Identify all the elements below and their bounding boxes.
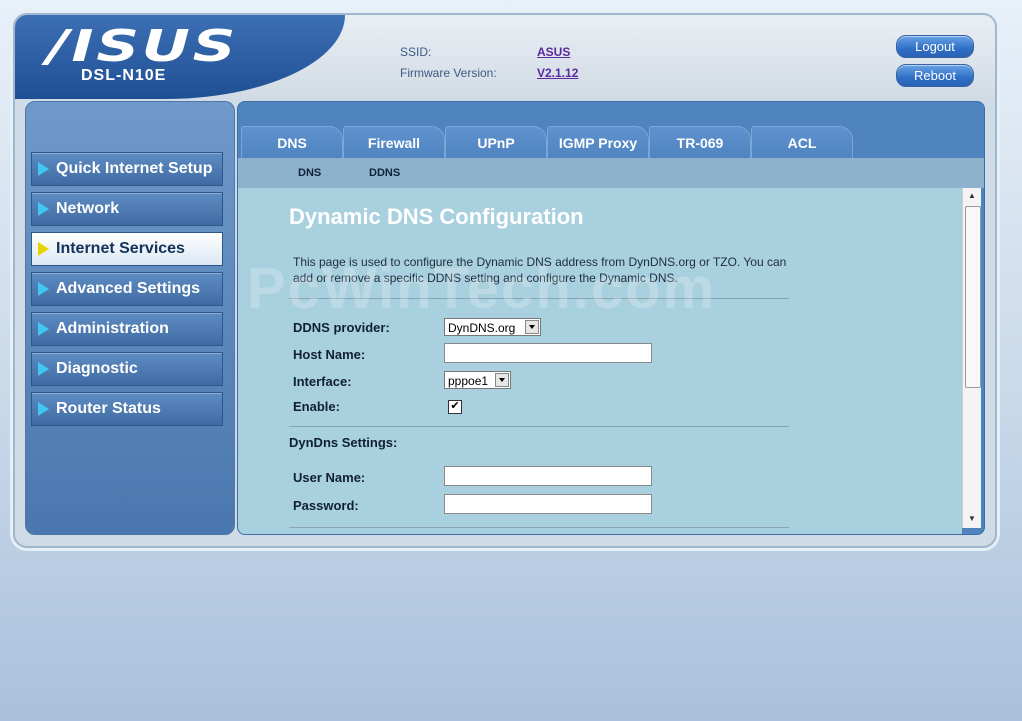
arrow-icon: [38, 402, 49, 416]
host-name-label: Host Name:: [293, 347, 366, 362]
arrow-icon: [38, 322, 49, 336]
content-area: Dynamic DNS Configuration This page is u…: [238, 188, 962, 534]
arrow-icon: [38, 242, 49, 256]
subtab-dns[interactable]: DNS: [298, 167, 321, 179]
sidebar-item-network[interactable]: Network: [31, 192, 223, 226]
tab-firewall[interactable]: Firewall: [343, 126, 445, 160]
tab-upnp[interactable]: UPnP: [445, 126, 547, 160]
sidebar-item-label: Router Status: [56, 400, 161, 417]
firmware-link[interactable]: V2.1.12: [537, 66, 578, 80]
scroll-thumb[interactable]: [965, 206, 981, 388]
ddns-provider-value: DynDNS.org: [448, 321, 516, 335]
logout-button[interactable]: Logout: [896, 35, 974, 58]
sidebar-item-label: Quick Internet Setup: [56, 160, 213, 177]
divider: [289, 426, 789, 427]
chevron-down-icon: [495, 373, 509, 387]
password-input[interactable]: [444, 494, 652, 514]
arrow-icon: [38, 282, 49, 296]
sidebar: Quick Internet Setup Network Internet Se…: [25, 101, 235, 535]
router-admin-frame: /ISUS DSL-N10E SSID: ASUS Firmware Versi…: [13, 13, 997, 548]
vertical-scrollbar[interactable]: ▲ ▼: [962, 188, 981, 528]
scroll-down-icon[interactable]: ▼: [968, 514, 976, 523]
tab-tr-069[interactable]: TR-069: [649, 126, 751, 160]
ssid-label: SSID:: [400, 45, 432, 59]
sidebar-item-label: Internet Services: [56, 240, 185, 257]
firmware-label: Firmware Version:: [400, 66, 497, 80]
arrow-icon: [38, 162, 49, 176]
sidebar-item-diagnostic[interactable]: Diagnostic: [31, 352, 223, 386]
ssid-link[interactable]: ASUS: [537, 45, 570, 59]
enable-label: Enable:: [293, 399, 340, 414]
enable-checkbox[interactable]: ✔: [448, 400, 462, 414]
interface-select[interactable]: pppoe1: [444, 371, 511, 389]
arrow-icon: [38, 202, 49, 216]
user-name-input[interactable]: [444, 466, 652, 486]
password-label: Password:: [293, 498, 359, 513]
tab-acl[interactable]: ACL: [751, 126, 853, 160]
sidebar-item-label: Network: [56, 200, 120, 217]
divider: [289, 527, 789, 528]
interface-label: Interface:: [293, 374, 352, 389]
chevron-down-icon: [525, 320, 539, 334]
ddns-provider-label: DDNS provider:: [293, 320, 390, 335]
header: /ISUS DSL-N10E SSID: ASUS Firmware Versi…: [15, 15, 995, 99]
reboot-button[interactable]: Reboot: [896, 64, 974, 87]
sidebar-item-quick-internet-setup[interactable]: Quick Internet Setup: [31, 152, 223, 186]
asus-logo: /ISUS: [47, 21, 239, 72]
arrow-icon: [38, 362, 49, 376]
host-name-input[interactable]: [444, 343, 652, 363]
tab-dns[interactable]: DNS: [241, 126, 343, 160]
subtab-bar: DNS DDNS: [238, 158, 984, 188]
page-title: Dynamic DNS Configuration: [289, 204, 584, 229]
sidebar-item-internet-services[interactable]: Internet Services: [31, 232, 223, 266]
logo-panel: /ISUS DSL-N10E: [15, 15, 345, 99]
subtab-ddns[interactable]: DDNS: [369, 167, 400, 179]
dyndns-settings-label: DynDns Settings:: [289, 435, 398, 450]
tab-igmp-proxy[interactable]: IGMP Proxy: [547, 126, 649, 160]
sidebar-item-administration[interactable]: Administration: [31, 312, 223, 346]
sidebar-item-label: Administration: [56, 320, 169, 337]
scroll-up-icon[interactable]: ▲: [968, 191, 976, 200]
sidebar-item-router-status[interactable]: Router Status: [31, 392, 223, 426]
sidebar-item-advanced-settings[interactable]: Advanced Settings: [31, 272, 223, 306]
watermark: PcWinTech.com: [247, 256, 717, 321]
user-name-label: User Name:: [293, 470, 366, 485]
sidebar-item-label: Advanced Settings: [56, 280, 201, 297]
interface-value: pppoe1: [448, 374, 489, 388]
sidebar-item-label: Diagnostic: [56, 360, 138, 377]
model-name: DSL-N10E: [81, 67, 167, 84]
